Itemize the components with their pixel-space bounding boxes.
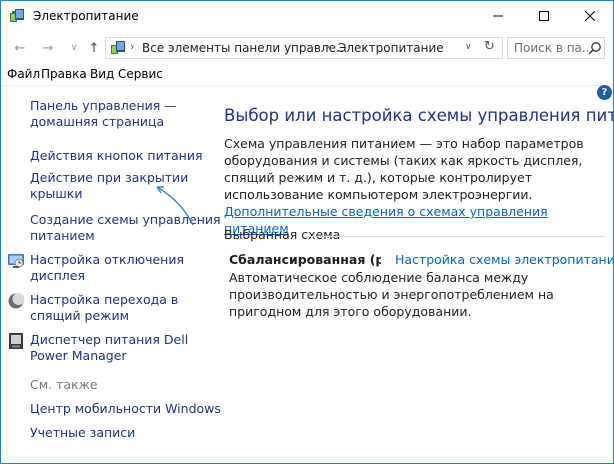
display-monitor-icon xyxy=(8,254,24,268)
sidebar-item-mobility-center[interactable]: Центр мобильности Windows xyxy=(30,401,221,417)
title-bar: Электропитание xyxy=(1,1,613,31)
search-placeholder: Поиск в па... xyxy=(514,41,594,55)
sidebar-item-label: Power Manager xyxy=(30,348,127,363)
sidebar-item-user-accounts[interactable]: Учетные записи xyxy=(30,425,135,441)
chevron-down-icon: ∨ xyxy=(70,43,78,53)
sidebar-item-lid-close[interactable]: Действие при закрытии крышки xyxy=(30,170,188,202)
section-divider xyxy=(307,236,605,237)
menu-tools[interactable]: Сервис xyxy=(118,67,163,81)
sidebar-item-label: Действие при закрытии xyxy=(30,170,189,185)
sleep-moon-icon xyxy=(8,293,25,309)
close-button[interactable] xyxy=(567,1,613,31)
description-text: Схема управления питанием — это набор па… xyxy=(224,136,584,202)
sidebar-item-label: питанием xyxy=(30,228,95,243)
arrow-right-icon: → xyxy=(42,40,54,56)
arrow-up-icon: ↑ xyxy=(88,40,100,56)
breadcrumb-separator-icon: › xyxy=(326,40,331,53)
menu-view[interactable]: Вид xyxy=(90,67,114,81)
up-button[interactable]: ↑ xyxy=(85,39,103,57)
back-button[interactable]: ← xyxy=(11,39,29,57)
sidebar-item-label: спящий режим xyxy=(30,308,129,323)
sidebar-item-sleep[interactable]: Настройка перехода в спящий режим xyxy=(30,292,178,324)
dell-power-manager-icon xyxy=(9,333,23,349)
sidebar-item-label: Создание схемы управления xyxy=(30,212,221,227)
search-box[interactable]: Поиск в па... xyxy=(507,37,605,59)
forward-button[interactable]: → xyxy=(39,39,57,57)
sidebar-item-display-off[interactable]: Настройка отключения дисплея xyxy=(30,252,184,284)
minimize-button[interactable] xyxy=(475,1,521,31)
see-also-heading: См. также xyxy=(30,377,98,392)
chevron-down-icon[interactable]: ∨ xyxy=(465,42,472,52)
plan-name: Сбалансированная (реко xyxy=(229,252,381,267)
maximize-icon xyxy=(539,11,549,21)
plan-description: Автоматическое соблюдение баланса между … xyxy=(229,270,554,319)
control-panel-icon xyxy=(111,41,125,54)
sidebar-item-dell-power-manager[interactable]: Диспетчер питания Dell Power Manager xyxy=(30,332,188,364)
menu-file[interactable]: Файл xyxy=(7,67,40,81)
minimize-icon xyxy=(493,15,503,17)
address-bar[interactable]: › Все элементы панели управле... › Элект… xyxy=(105,37,503,59)
sidebar-item-power-buttons[interactable]: Действия кнопок питания xyxy=(30,148,203,164)
menu-bar: Файл Правка Вид Сервис xyxy=(1,65,613,85)
menu-edit[interactable]: Правка xyxy=(41,67,87,81)
sidebar-item-label: Диспетчер питания Dell xyxy=(30,332,189,347)
navigation-bar: ← → ∨ ↑ › Все элементы панели управле...… xyxy=(1,31,613,65)
recent-locations-button[interactable]: ∨ xyxy=(65,39,83,57)
sidebar-item-label: Настройка отключения xyxy=(30,252,184,267)
maximize-button[interactable] xyxy=(521,1,567,31)
close-icon xyxy=(585,11,595,21)
page-title: Выбор или настройка схемы управления пит… xyxy=(224,106,613,125)
section-heading: Выбранная схема xyxy=(224,227,341,242)
search-icon xyxy=(588,42,601,55)
main-content: Выбор или настройка схемы управления пит… xyxy=(209,86,613,463)
power-options-window: Электропитание ← → ∨ ↑ › Все элементы па… xyxy=(0,0,614,464)
sidebar-item-home[interactable]: Панель управления — домашняя страница xyxy=(30,98,177,130)
arrow-left-icon: ← xyxy=(14,40,26,56)
window-title: Электропитание xyxy=(33,9,139,23)
sidebar-item-create-plan[interactable]: Создание схемы управления питанием xyxy=(30,212,221,244)
sidebar: Панель управления — домашняя страница Де… xyxy=(1,86,221,463)
sidebar-item-label: Панель управления — xyxy=(30,98,177,113)
plan-settings-link[interactable]: Настройка схемы электропитания xyxy=(395,252,613,267)
power-options-icon xyxy=(10,9,24,22)
sidebar-item-label: домашняя страница xyxy=(30,114,165,129)
page-description: Схема управления питанием — это набор па… xyxy=(224,135,608,237)
breadcrumb-separator-icon: › xyxy=(130,40,135,53)
refresh-icon[interactable]: ↻ xyxy=(484,39,495,54)
sidebar-item-label: дисплея xyxy=(30,268,86,283)
sidebar-item-label: крышки xyxy=(30,186,83,201)
breadcrumb-power-options[interactable]: Электропитание xyxy=(338,41,444,55)
breadcrumb-all-items[interactable]: Все элементы панели управле... xyxy=(142,41,347,55)
sidebar-item-label: Настройка перехода в xyxy=(30,292,179,307)
